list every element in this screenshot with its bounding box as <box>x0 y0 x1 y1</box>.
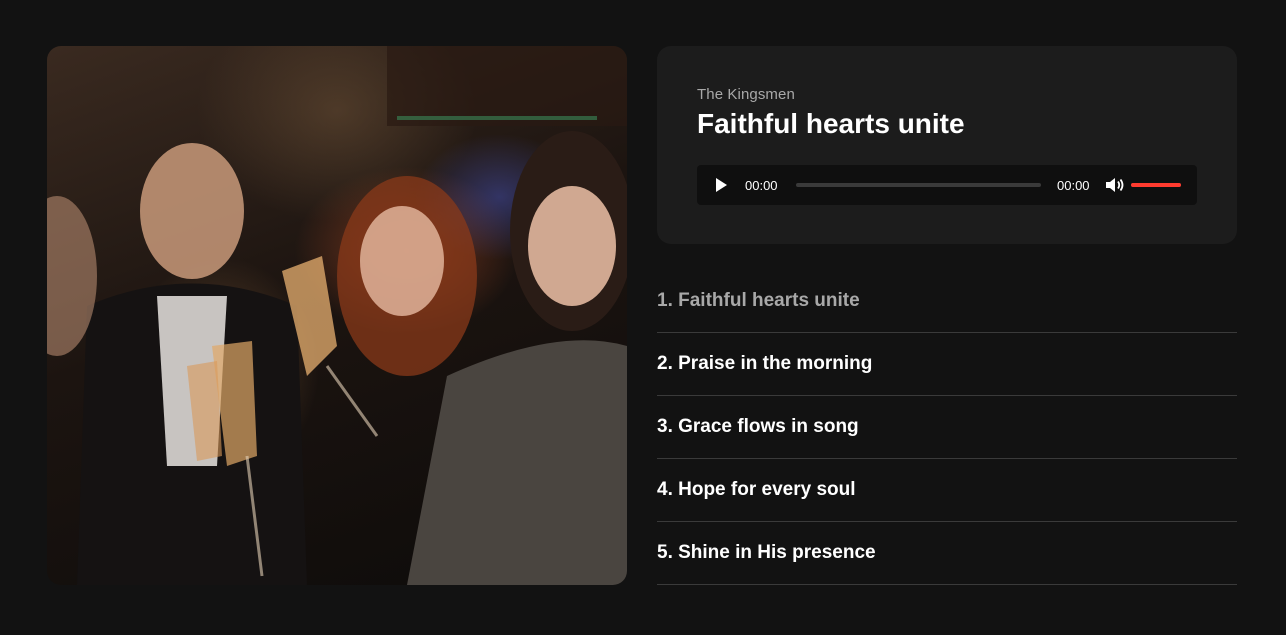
play-icon <box>716 178 727 192</box>
playlist: 1. Faithful hearts unite 2. Praise in the… <box>657 270 1237 585</box>
volume-slider-fill <box>1131 183 1181 187</box>
album-cover-image <box>47 46 627 585</box>
playlist-track-2[interactable]: 2. Praise in the morning <box>657 333 1237 396</box>
playlist-track-4[interactable]: 4. Hope for every soul <box>657 459 1237 522</box>
now-playing-title: Faithful hearts unite <box>697 108 965 139</box>
audio-controls: 00:00 00:00 <box>697 165 1197 205</box>
volume-slider[interactable] <box>1131 183 1181 187</box>
playlist-track-1[interactable]: 1. Faithful hearts unite <box>657 270 1237 333</box>
current-time: 00:00 <box>745 178 778 193</box>
seek-bar[interactable] <box>796 183 1041 187</box>
playlist-track-5[interactable]: 5. Shine in His presence <box>657 522 1237 585</box>
cover-illustration <box>47 46 627 585</box>
play-button[interactable] <box>713 177 729 193</box>
duration-time: 00:00 <box>1057 178 1090 193</box>
volume-icon <box>1106 178 1124 192</box>
mute-button[interactable] <box>1105 176 1125 194</box>
artist-name: The Kingsmen <box>697 86 795 103</box>
playlist-track-3[interactable]: 3. Grace flows in song <box>657 396 1237 459</box>
audio-player-card: The Kingsmen Faithful hearts unite 00:00… <box>657 46 1237 244</box>
